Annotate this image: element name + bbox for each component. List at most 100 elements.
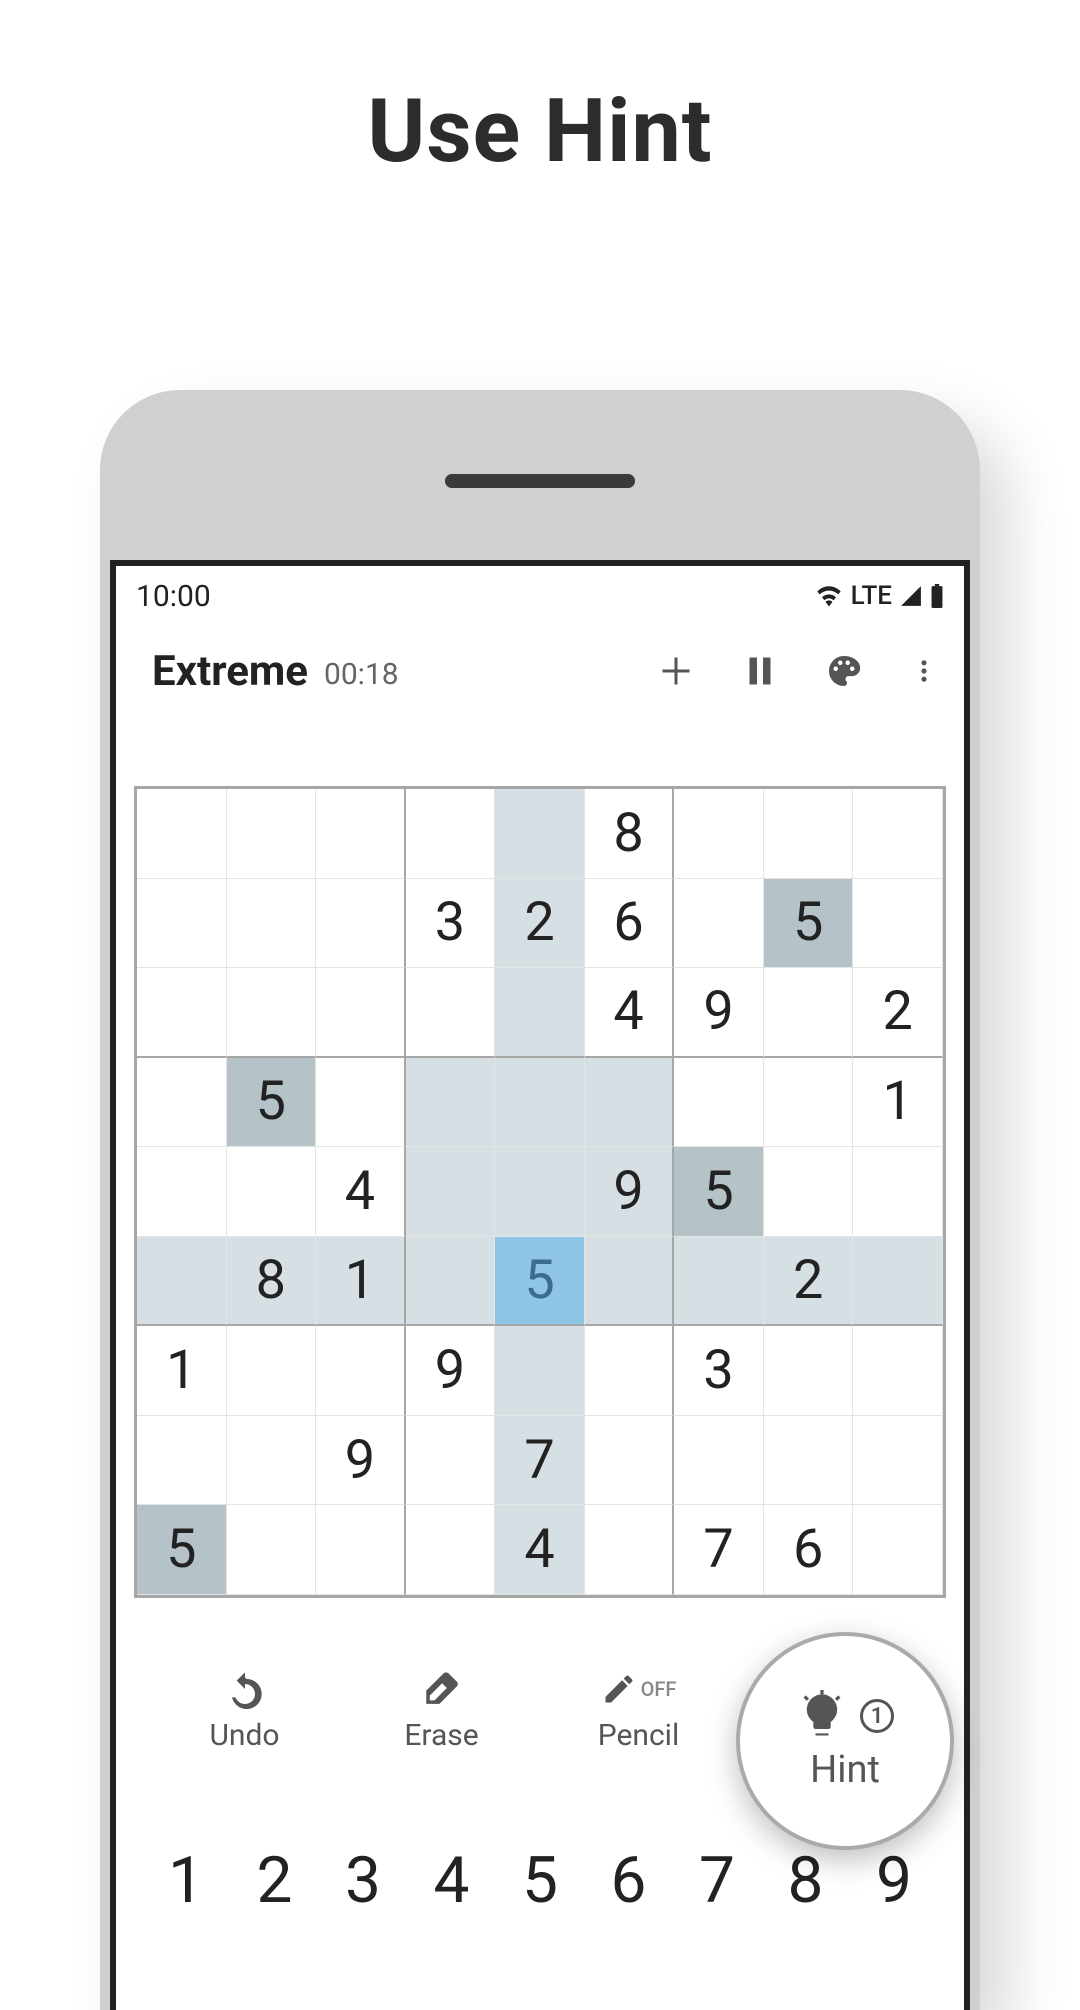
cell-r5-c7[interactable]: 2 [764, 1237, 854, 1327]
cell-r8-c5[interactable] [585, 1505, 675, 1595]
plus-icon[interactable] [658, 653, 694, 689]
cell-r5-c6[interactable] [674, 1237, 764, 1327]
cell-r5-c2[interactable]: 1 [316, 1237, 406, 1327]
cell-r5-c4[interactable]: 5 [495, 1237, 585, 1327]
cell-r4-c8[interactable] [853, 1147, 943, 1237]
numkey-4[interactable]: 4 [412, 1843, 492, 1918]
cell-r6-c4[interactable] [495, 1326, 585, 1416]
cell-r7-c5[interactable] [585, 1416, 675, 1506]
cell-r8-c2[interactable] [316, 1505, 406, 1595]
cell-r2-c5[interactable]: 4 [585, 968, 675, 1058]
cell-r3-c4[interactable] [495, 1058, 585, 1148]
palette-icon[interactable] [826, 653, 862, 689]
numkey-7[interactable]: 7 [677, 1843, 757, 1918]
numkey-2[interactable]: 2 [235, 1843, 315, 1918]
erase-button[interactable]: Erase [367, 1668, 517, 1753]
cell-r7-c8[interactable] [853, 1416, 943, 1506]
cell-r7-c7[interactable] [764, 1416, 854, 1506]
cell-r6-c2[interactable] [316, 1326, 406, 1416]
cell-r7-c3[interactable] [406, 1416, 496, 1506]
cell-r5-c5[interactable] [585, 1237, 675, 1327]
cell-r1-c0[interactable] [137, 879, 227, 969]
cell-r3-c0[interactable] [137, 1058, 227, 1148]
cell-r8-c7[interactable]: 6 [764, 1505, 854, 1595]
cell-r3-c1[interactable]: 5 [227, 1058, 317, 1148]
cell-r2-c4[interactable] [495, 968, 585, 1058]
cell-r3-c8[interactable]: 1 [853, 1058, 943, 1148]
cell-r8-c4[interactable]: 4 [495, 1505, 585, 1595]
cell-r2-c3[interactable] [406, 968, 496, 1058]
pause-icon[interactable] [742, 653, 778, 689]
game-timer: 00:18 [324, 657, 399, 692]
pencil-button[interactable]: OFF Pencil [564, 1668, 714, 1753]
numkey-9[interactable]: 9 [854, 1843, 934, 1918]
cell-r8-c1[interactable] [227, 1505, 317, 1595]
cell-r1-c8[interactable] [853, 879, 943, 969]
cell-r2-c0[interactable] [137, 968, 227, 1058]
cell-r2-c7[interactable] [764, 968, 854, 1058]
cell-r7-c6[interactable] [674, 1416, 764, 1506]
cell-r1-c3[interactable]: 3 [406, 879, 496, 969]
cell-r3-c3[interactable] [406, 1058, 496, 1148]
cell-r1-c6[interactable] [674, 879, 764, 969]
cell-r1-c5[interactable]: 6 [585, 879, 675, 969]
cell-r0-c5[interactable]: 8 [585, 789, 675, 879]
cell-r0-c3[interactable] [406, 789, 496, 879]
cell-r8-c3[interactable] [406, 1505, 496, 1595]
cell-r8-c6[interactable]: 7 [674, 1505, 764, 1595]
sudoku-board[interactable]: 83265492514958152193975476 [134, 786, 946, 1598]
cell-r0-c1[interactable] [227, 789, 317, 879]
cell-r6-c5[interactable] [585, 1326, 675, 1416]
cell-r0-c6[interactable] [674, 789, 764, 879]
cell-r0-c2[interactable] [316, 789, 406, 879]
cell-r6-c0[interactable]: 1 [137, 1326, 227, 1416]
cell-r5-c3[interactable] [406, 1237, 496, 1327]
cell-r8-c8[interactable] [853, 1505, 943, 1595]
cell-r7-c4[interactable]: 7 [495, 1416, 585, 1506]
cell-r1-c4[interactable]: 2 [495, 879, 585, 969]
cell-r5-c0[interactable] [137, 1237, 227, 1327]
cell-r0-c8[interactable] [853, 789, 943, 879]
cell-r0-c7[interactable] [764, 789, 854, 879]
cell-r8-c0[interactable]: 5 [137, 1505, 227, 1595]
cell-r4-c0[interactable] [137, 1147, 227, 1237]
cell-r1-c2[interactable] [316, 879, 406, 969]
cell-r3-c6[interactable] [674, 1058, 764, 1148]
cell-r3-c7[interactable] [764, 1058, 854, 1148]
numkey-8[interactable]: 8 [766, 1843, 846, 1918]
cell-r4-c3[interactable] [406, 1147, 496, 1237]
cell-r4-c1[interactable] [227, 1147, 317, 1237]
cell-r2-c1[interactable] [227, 968, 317, 1058]
more-icon[interactable] [910, 653, 938, 689]
cell-r7-c1[interactable] [227, 1416, 317, 1506]
cell-r4-c7[interactable] [764, 1147, 854, 1237]
numkey-3[interactable]: 3 [323, 1843, 403, 1918]
cell-r4-c2[interactable]: 4 [316, 1147, 406, 1237]
cell-r1-c7[interactable]: 5 [764, 879, 854, 969]
cell-r3-c2[interactable] [316, 1058, 406, 1148]
cell-r0-c0[interactable] [137, 789, 227, 879]
cell-r6-c7[interactable] [764, 1326, 854, 1416]
cell-r5-c1[interactable]: 8 [227, 1237, 317, 1327]
numkey-6[interactable]: 6 [589, 1843, 669, 1918]
cell-r2-c8[interactable]: 2 [853, 968, 943, 1058]
cell-r7-c0[interactable] [137, 1416, 227, 1506]
cell-r2-c2[interactable] [316, 968, 406, 1058]
cell-r4-c5[interactable]: 9 [585, 1147, 675, 1237]
numkey-1[interactable]: 1 [146, 1843, 226, 1918]
cell-r3-c5[interactable] [585, 1058, 675, 1148]
cell-r4-c4[interactable] [495, 1147, 585, 1237]
cell-r6-c8[interactable] [853, 1326, 943, 1416]
cell-r5-c8[interactable] [853, 1237, 943, 1327]
cell-r7-c2[interactable]: 9 [316, 1416, 406, 1506]
cell-r4-c6[interactable]: 5 [674, 1147, 764, 1237]
cell-r2-c6[interactable]: 9 [674, 968, 764, 1058]
undo-button[interactable]: Undo [170, 1668, 320, 1753]
cell-r0-c4[interactable] [495, 789, 585, 879]
cell-r6-c3[interactable]: 9 [406, 1326, 496, 1416]
hint-button[interactable]: 1 Hint [736, 1632, 954, 1850]
cell-r6-c6[interactable]: 3 [674, 1326, 764, 1416]
cell-r6-c1[interactable] [227, 1326, 317, 1416]
cell-r1-c1[interactable] [227, 879, 317, 969]
numkey-5[interactable]: 5 [500, 1843, 580, 1918]
